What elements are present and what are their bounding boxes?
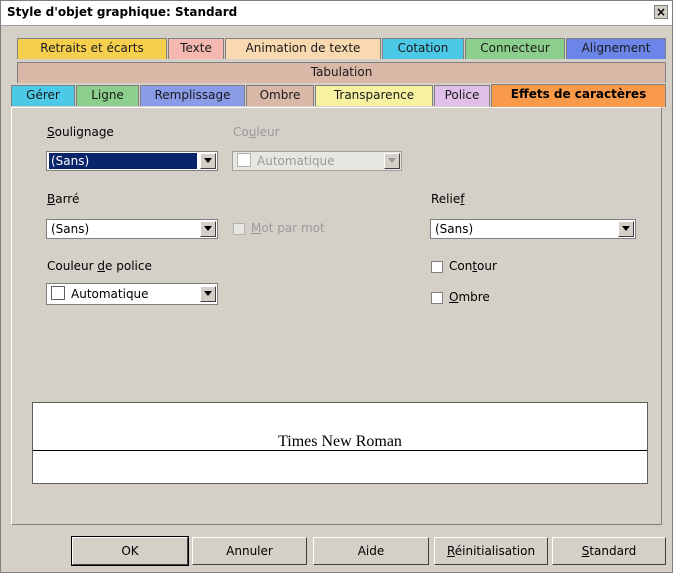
tab-ligne[interactable]: Ligne — [76, 85, 139, 106]
chevron-down-icon — [204, 291, 212, 296]
couleur-value: Automatique — [235, 153, 381, 169]
couleur-police-value: Automatique — [49, 286, 197, 302]
tab-ombre[interactable]: Ombre — [246, 85, 314, 106]
tab-tabulation[interactable]: Tabulation — [17, 62, 666, 83]
tab-gerer[interactable]: Gérer — [11, 85, 75, 106]
contour-label: Contour — [449, 259, 497, 273]
close-button[interactable]: × — [654, 5, 668, 19]
tab-connecteur[interactable]: Connecteur — [465, 38, 565, 59]
tab-police[interactable]: Police — [434, 85, 490, 106]
ombre-label: Ombre — [449, 290, 490, 304]
barre-label: Barré — [47, 192, 80, 206]
tab-animation-texte[interactable]: Animation de texte — [225, 38, 381, 59]
reinitialisation-button[interactable]: Réinitialisation — [434, 537, 548, 565]
relief-value: (Sans) — [435, 222, 474, 236]
chevron-down-icon — [388, 158, 396, 163]
soulignage-label: Soulignage — [47, 125, 114, 139]
mot-par-mot-label: Mot par mot — [251, 221, 325, 235]
tab-effets-caracteres[interactable]: Effets de caractères — [491, 84, 666, 107]
chevron-down-icon — [622, 226, 630, 231]
couleur-select[interactable]: Automatique — [232, 151, 402, 171]
soulignage-dropdown-arrow[interactable] — [200, 153, 216, 169]
color-swatch-icon — [237, 153, 251, 167]
standard-button[interactable]: Standard — [552, 537, 666, 565]
tab-cotation[interactable]: Cotation — [382, 38, 464, 59]
font-preview: Times New Roman — [32, 402, 648, 484]
couleur-label: Couleur — [233, 125, 280, 139]
couleur-dropdown-arrow[interactable] — [384, 153, 400, 169]
tab-alignement[interactable]: Alignement — [566, 38, 666, 59]
window-title: Style d'objet graphique: Standard — [7, 5, 238, 19]
barre-select[interactable]: (Sans) — [46, 219, 218, 239]
preview-text: Times New Roman — [278, 433, 402, 451]
barre-dropdown-arrow[interactable] — [200, 221, 216, 237]
mot-par-mot-checkbox[interactable] — [233, 223, 245, 235]
relief-select[interactable]: (Sans) — [430, 219, 636, 239]
soulignage-select[interactable]: (Sans) — [46, 151, 218, 171]
aide-button[interactable]: Aide — [313, 537, 429, 565]
tab-remplissage[interactable]: Remplissage — [140, 85, 245, 106]
dialog-window: Style d'objet graphique: Standard × Retr… — [0, 0, 673, 573]
soulignage-value: (Sans) — [49, 153, 197, 169]
relief-dropdown-arrow[interactable] — [618, 221, 634, 237]
ok-button[interactable]: OK — [71, 536, 189, 566]
couleur-police-select[interactable]: Automatique — [46, 283, 218, 305]
ombre-checkbox[interactable] — [431, 292, 443, 304]
relief-label: Relief — [431, 192, 465, 206]
barre-value: (Sans) — [51, 222, 90, 236]
tab-texte[interactable]: Texte — [168, 38, 224, 59]
tab-transparence[interactable]: Transparence — [315, 85, 433, 106]
color-swatch-icon — [51, 286, 65, 300]
contour-checkbox[interactable] — [431, 261, 443, 273]
couleur-police-dropdown-arrow[interactable] — [200, 286, 216, 302]
tab-retraits-ecarts[interactable]: Retraits et écarts — [17, 38, 167, 59]
chevron-down-icon — [204, 226, 212, 231]
couleur-police-label: Couleur de police — [47, 259, 152, 273]
chevron-down-icon — [204, 158, 212, 163]
title-bar: Style d'objet graphique: Standard × — [1, 1, 672, 26]
annuler-button[interactable]: Annuler — [192, 537, 307, 565]
